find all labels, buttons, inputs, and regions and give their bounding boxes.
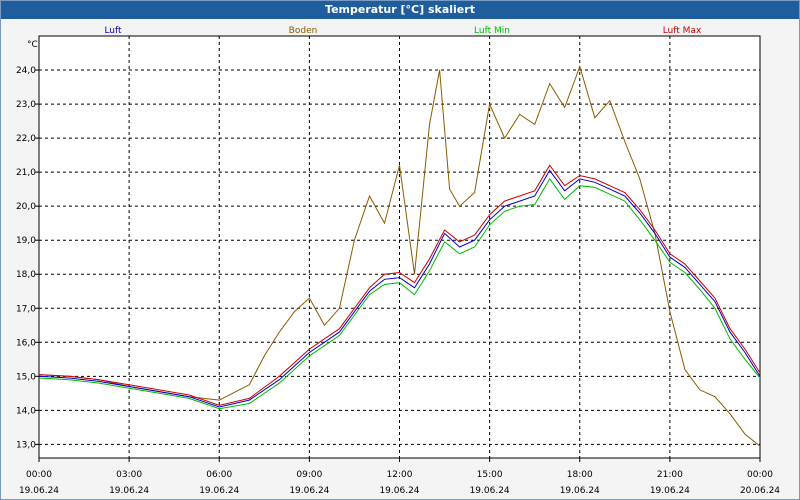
y-tick-label: 14,0 — [16, 406, 36, 416]
x-tick-label-date: 19.06.24 — [19, 486, 59, 496]
x-tick-label-time: 00:00 — [26, 470, 52, 480]
y-tick-label: 19,0 — [16, 236, 36, 246]
x-tick-label-time: 12:00 — [387, 470, 413, 480]
legend-entry: Luft — [104, 26, 122, 36]
y-tick-label: 21,0 — [16, 168, 36, 178]
temperature-chart: 13,0 14,0 15,0 16,0 17,0 18,0 19,0 20,0 21,0 22,0… — [16, 26, 780, 496]
legend-entry: Luft Max — [663, 26, 702, 36]
y-tick-label: 24,0 — [16, 66, 36, 76]
x-tick-label-date: 19.06.24 — [650, 486, 690, 496]
x-tick-label-date: 19.06.24 — [379, 486, 419, 496]
y-axis-unit: °C — [27, 40, 38, 50]
x-tick-label-date: 19.06.24 — [289, 486, 329, 496]
x-tick-label-time: 00:00 — [747, 470, 773, 480]
x-tick-label-time: 03:00 — [116, 470, 142, 480]
legend-entry: Boden — [289, 26, 318, 36]
y-tick-label: 22,0 — [16, 134, 36, 144]
y-tick-label: 17,0 — [16, 304, 36, 314]
x-tick-label-date: 20.06.24 — [740, 486, 780, 496]
x-tick-label-time: 06:00 — [206, 470, 232, 480]
x-tick-label-time: 21:00 — [657, 470, 683, 480]
y-tick-label: 18,0 — [16, 270, 36, 280]
x-tick-label-date: 19.06.24 — [199, 486, 239, 496]
x-tick-label-date: 19.06.24 — [470, 486, 510, 496]
x-tick-label-time: 15:00 — [477, 470, 503, 480]
y-tick-label: 20,0 — [16, 202, 36, 212]
x-tick-label-time: 09:00 — [296, 470, 322, 480]
x-tick-label-date: 19.06.24 — [109, 486, 149, 496]
x-tick-label-time: 18:00 — [567, 470, 593, 480]
y-tick-label: 13,0 — [16, 440, 36, 450]
legend-entry: Luft Min — [474, 26, 510, 36]
y-tick-label: 23,0 — [16, 100, 36, 110]
y-tick-label: 16,0 — [16, 338, 36, 348]
y-tick-label: 15,0 — [16, 372, 36, 382]
x-tick-label-date: 19.06.24 — [560, 486, 600, 496]
